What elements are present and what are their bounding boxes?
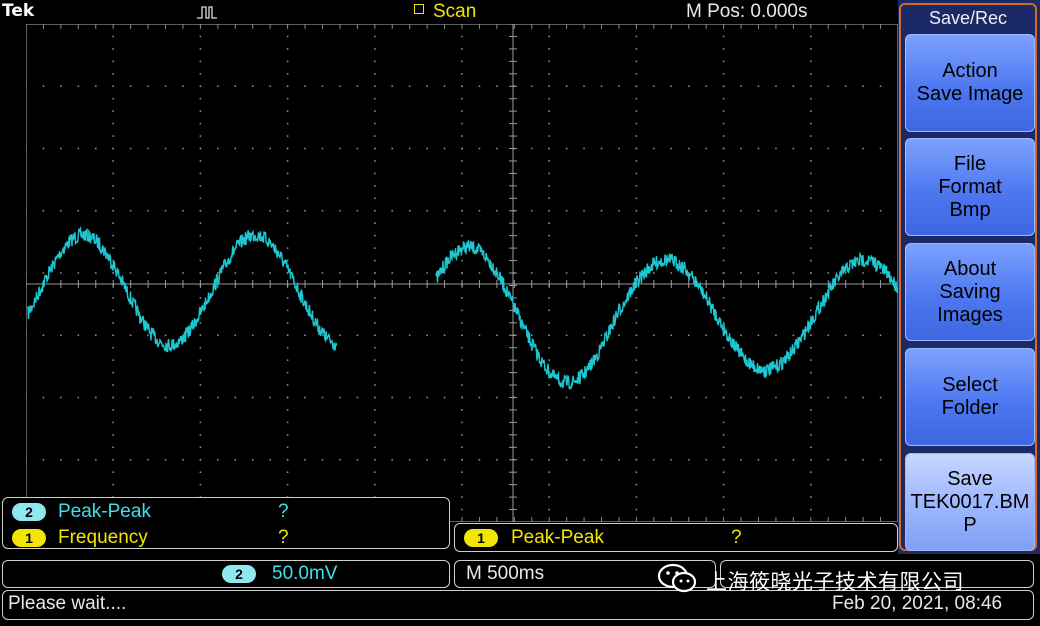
- channel-1-badge: 1: [464, 529, 498, 547]
- file-format-button-label: File Format Bmp: [938, 152, 1002, 221]
- measurement-name: Peak-Peak: [511, 527, 604, 548]
- select-folder-button[interactable]: Select Folder: [905, 348, 1035, 446]
- date-time: Feb 20, 2021, 08:46: [832, 593, 1003, 614]
- save-button[interactable]: Save TEK0017.BM P: [905, 453, 1035, 551]
- horizontal-position-readout: M Pos: 0.000s: [686, 1, 808, 22]
- save-button-label: Save TEK0017.BM P: [910, 467, 1030, 536]
- action-button-label: Action Save Image: [916, 60, 1024, 105]
- about-saving-images-button-label: About Saving Images: [937, 257, 1003, 326]
- brand-label: Tek: [2, 1, 35, 21]
- channel-2-badge: 2: [222, 565, 256, 583]
- acquisition-state-icon: [414, 4, 424, 14]
- channel-1-badge: 1: [12, 529, 46, 547]
- measurement-value: ?: [278, 501, 289, 522]
- timebase-readout: M 500ms: [466, 563, 545, 584]
- wechat-logo-icon: [657, 563, 697, 593]
- file-format-button[interactable]: File Format Bmp: [905, 138, 1035, 236]
- acquisition-mode: Scan: [433, 1, 477, 22]
- measurement-name: Peak-Peak: [58, 501, 151, 522]
- channel-2-scale: 50.0mV: [272, 563, 338, 584]
- watermark-text: 上海筱晓光子技术有限公司: [706, 570, 964, 594]
- measurement-name: Frequency: [58, 527, 148, 548]
- measurement-value: ?: [278, 527, 289, 548]
- menu-title: Save/Rec: [928, 8, 1008, 28]
- waveform-display: [26, 24, 898, 522]
- status-message: Please wait....: [8, 593, 127, 614]
- channel-2-badge: 2: [12, 503, 46, 521]
- action-button[interactable]: Action Save Image: [905, 34, 1035, 132]
- about-saving-images-button[interactable]: About Saving Images: [905, 243, 1035, 341]
- measurement-value: ?: [731, 527, 742, 548]
- trigger-edge-icon: [197, 6, 217, 19]
- select-folder-button-label: Select Folder: [941, 374, 999, 419]
